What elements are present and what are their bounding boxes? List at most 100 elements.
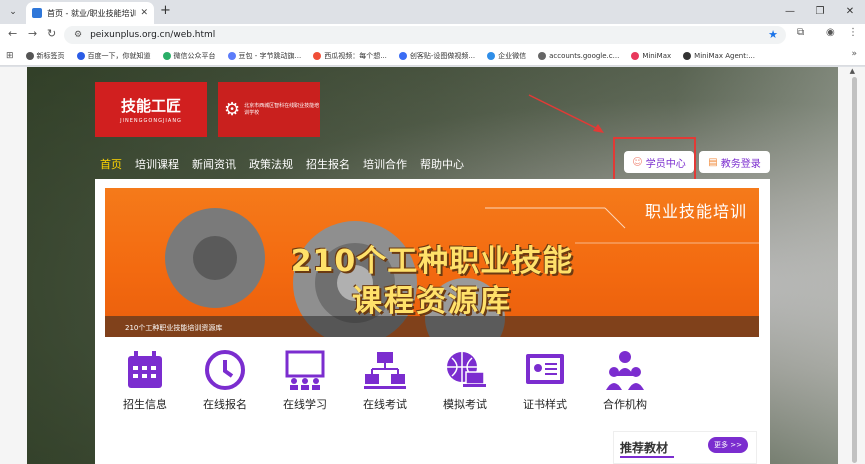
recommended-title: 推荐教材: [620, 441, 669, 455]
close-window-icon[interactable]: ✕: [835, 0, 865, 24]
bookmark-star-icon[interactable]: ★: [768, 28, 778, 41]
nav-item[interactable]: 政策法规: [249, 156, 293, 172]
admin-login-button[interactable]: ▤ 教务登录: [699, 151, 770, 173]
logo-main-text: 技能工匠: [120, 97, 181, 115]
bookmark-item[interactable]: 微信公众平台: [162, 51, 216, 61]
page-scrollbar[interactable]: ▲: [838, 67, 865, 464]
minimize-icon[interactable]: —: [775, 0, 805, 24]
site-logo[interactable]: 技能工匠 JINENGGONGJIANG: [95, 82, 207, 137]
classroom-icon: [285, 350, 325, 390]
bookmark-item[interactable]: MiniMax Agent:...: [683, 51, 755, 61]
student-center-button[interactable]: ☺ 学员中心: [624, 151, 694, 173]
banner-headline-2: 课程资源库: [352, 284, 512, 319]
restore-icon[interactable]: ❐: [805, 0, 835, 24]
browser-tab-bar: ⌄ 首页 - 就业/职业技能培训课程 ✕ + — ❐ ✕: [0, 0, 865, 24]
service-item[interactable]: 在线报名: [185, 350, 265, 415]
school-logo[interactable]: ⚙ 北京市西城区智科在线职业技能培训学校: [218, 82, 320, 137]
new-tab-icon[interactable]: +: [160, 3, 171, 18]
bookmark-label: 企业微信: [498, 51, 527, 60]
bookmark-favicon-icon: [487, 51, 496, 60]
nav-item[interactable]: 帮助中心: [420, 156, 464, 172]
bookmark-label: 新标签页: [36, 51, 65, 60]
bookmark-label: accounts.google.c...: [549, 51, 620, 60]
bookmark-item[interactable]: MiniMax: [631, 51, 671, 61]
back-icon[interactable]: ←: [8, 27, 17, 40]
banner-caption: 210个工种职业技能培训资源库: [125, 324, 223, 332]
nav-item[interactable]: 培训合作: [363, 156, 407, 172]
browser-tab[interactable]: 首页 - 就业/职业技能培训课程 ✕: [26, 2, 154, 24]
annotation-arrow-icon: [528, 94, 604, 133]
bookmark-favicon-icon: [25, 51, 34, 60]
forward-icon[interactable]: →: [28, 27, 37, 40]
service-item[interactable]: 模拟考试: [425, 350, 505, 415]
calendar-icon: [128, 351, 162, 388]
gear-logo-icon: ⚙: [224, 99, 241, 120]
scroll-up-icon[interactable]: ▲: [850, 67, 855, 75]
nav-item[interactable]: 招生报名: [306, 156, 350, 172]
service-label: 合作机构: [603, 398, 647, 411]
user-icon: ☺: [632, 156, 643, 168]
recommended-underline: [620, 456, 674, 458]
globe-laptop-icon: [447, 352, 486, 387]
bookmark-item[interactable]: 西瓜视频：每个想...: [313, 51, 387, 61]
reload-icon[interactable]: ↻: [47, 27, 56, 40]
bookmarks-bar: ⊞ 新标签页 百度一下，你就知道 微信公众平台 豆包 - 字节跳动旗... 西瓜视频：每…: [0, 46, 865, 66]
bookmark-favicon-icon: [631, 51, 640, 60]
site-info-icon[interactable]: ⚙: [74, 30, 82, 40]
bookmark-label: 微信公众平台: [173, 51, 216, 60]
page-gutter-left: [0, 67, 27, 464]
admin-login-label: 教务登录: [720, 158, 761, 170]
bookmark-item[interactable]: 企业微信: [487, 51, 526, 61]
bookmark-label: 创客贴-设图做视频...: [409, 51, 476, 60]
service-item[interactable]: 在线考试: [345, 350, 425, 415]
service-item[interactable]: 在线学习: [265, 350, 345, 415]
profile-icon[interactable]: ◉: [826, 27, 835, 38]
school-name: 北京市西城区智科在线职业技能培训学校: [244, 102, 320, 116]
extensions-icon[interactable]: ⧉: [797, 27, 804, 38]
network-icon: [364, 352, 406, 389]
logo-sub-text: JINENGGONGJIANG: [120, 118, 182, 124]
scrollbar-thumb[interactable]: [852, 77, 857, 463]
bookmark-label: MiniMax: [642, 51, 672, 60]
bookmark-favicon-icon: [162, 51, 171, 60]
bookmarks-more-icon[interactable]: »: [851, 49, 857, 59]
more-button[interactable]: 更多 >>: [708, 437, 748, 453]
menu-icon[interactable]: ⋮: [848, 27, 858, 38]
bookmark-favicon-icon: [76, 51, 85, 60]
tab-search-icon[interactable]: ⌄: [4, 3, 22, 21]
bookmark-label: 百度一下，你就知道: [87, 51, 151, 60]
nav-item[interactable]: 新闻资讯: [192, 156, 236, 172]
bookmark-item[interactable]: 创客贴-设图做视频...: [398, 51, 476, 61]
service-label: 在线考试: [363, 398, 407, 411]
bookmark-item[interactable]: accounts.google.c...: [538, 51, 619, 61]
apps-icon[interactable]: ⊞: [6, 51, 14, 61]
bookmark-favicon-icon: [683, 51, 692, 60]
main-nav: 首页 培训课程 新闻资讯 政策法规 招生报名 培训合作 帮助中心: [100, 156, 477, 172]
service-item[interactable]: 招生信息: [105, 350, 185, 415]
service-item[interactable]: 证书样式: [505, 350, 585, 415]
banner-slogan: 职业技能培训: [644, 202, 747, 221]
bookmark-label: 豆包 - 字节跳动旗...: [238, 51, 302, 60]
hero-banner[interactable]: 职业技能培训 210个工种职业技能 课程资源库 210个工种职业技能培训资源库: [105, 188, 759, 337]
people-icon: [606, 351, 644, 390]
service-label: 招生信息: [123, 398, 167, 411]
bookmark-item[interactable]: 百度一下，你就知道: [76, 51, 151, 61]
nav-item[interactable]: 培训课程: [135, 156, 179, 172]
service-label: 在线学习: [283, 398, 327, 411]
bookmark-favicon-icon: [538, 51, 547, 60]
bookmark-item[interactable]: 豆包 - 字节跳动旗...: [227, 51, 302, 61]
bookmark-item[interactable]: 新标签页: [25, 51, 65, 61]
nav-item[interactable]: 首页: [100, 156, 122, 172]
bookmark-favicon-icon: [398, 51, 407, 60]
certificate-icon: [526, 354, 564, 384]
service-label: 模拟考试: [443, 398, 487, 411]
address-bar[interactable]: ⚙ peixunplus.org.cn/web.html ★: [64, 26, 786, 44]
clock-icon: [205, 350, 245, 390]
window-controls: — ❐ ✕: [775, 0, 865, 24]
services-row: 招生信息 在线报名 在线学习 在线考试 模拟考试 证书样式 合作机构: [105, 350, 665, 415]
tab-favicon-icon: [32, 8, 42, 18]
browser-toolbar: ← → ↻ ⚙ peixunplus.org.cn/web.html ★ ⧉ ◉…: [0, 24, 865, 46]
tab-close-icon[interactable]: ✕: [140, 8, 148, 18]
bookmark-favicon-icon: [313, 51, 322, 60]
service-item[interactable]: 合作机构: [585, 350, 665, 415]
